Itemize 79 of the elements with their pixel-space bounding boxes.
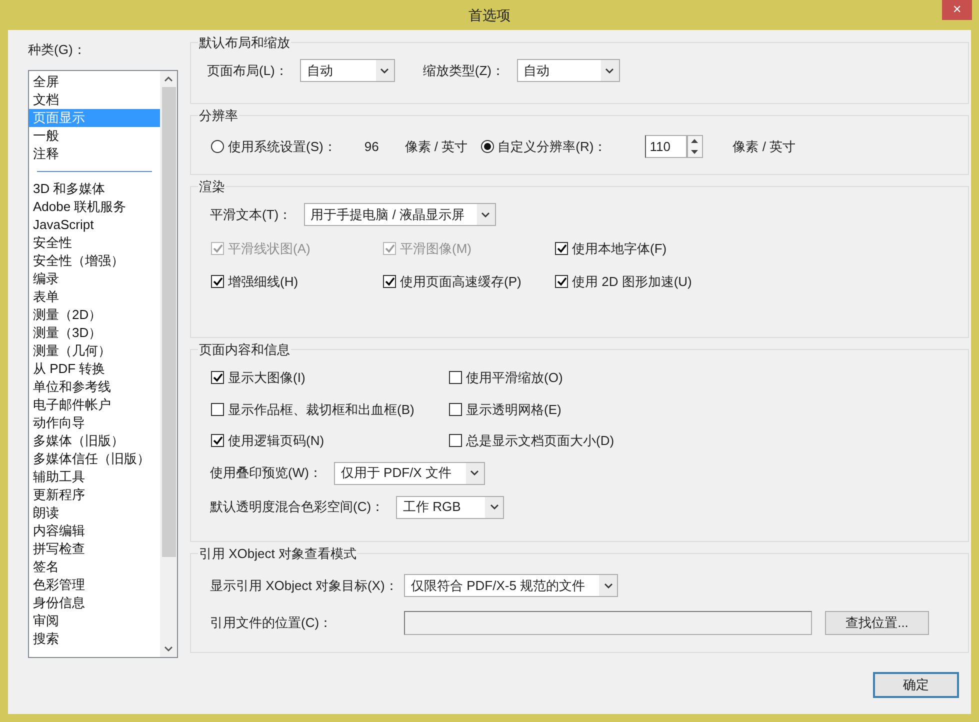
dropdown[interactable]: 自动	[516, 59, 620, 82]
category-item[interactable]: 测量（2D）	[29, 306, 160, 324]
checkmark-icon	[384, 276, 394, 286]
spinner-buttons[interactable]	[686, 135, 703, 158]
category-item[interactable]: 朗读	[29, 504, 160, 522]
window-title: 首选项	[468, 6, 510, 24]
category-item[interactable]: 内容编辑	[29, 522, 160, 540]
close-button[interactable]: ✕	[942, 0, 972, 20]
resolution-input[interactable]: 110	[644, 135, 687, 158]
checkbox[interactable]: 使用页面高速缓存(P)	[383, 272, 555, 291]
checkbox[interactable]: 增强细线(H)	[211, 272, 383, 291]
category-item[interactable]: 表单	[29, 288, 160, 306]
checkmark-icon	[212, 436, 222, 446]
category-item[interactable]: 搜索	[29, 630, 160, 648]
checkbox[interactable]: 使用逻辑页码(N)	[211, 431, 449, 450]
radio-button[interactable]: 自定义分辨率(R)：	[480, 136, 607, 156]
category-item[interactable]: 辅助工具	[29, 468, 160, 486]
checkmark-icon	[556, 244, 566, 254]
category-item[interactable]: 3D 和多媒体	[29, 180, 160, 198]
dropdown[interactable]: 用于手提电脑 / 液晶显示屏	[304, 203, 496, 226]
find-location-button[interactable]: 查找位置...	[825, 611, 929, 635]
group-title: 引用 XObject 对象查看模式	[198, 544, 358, 564]
category-item[interactable]: 注释	[29, 145, 160, 163]
checkbox[interactable]: 使用平滑缩放(O)	[449, 368, 968, 388]
resolution-value: 96	[364, 138, 379, 156]
category-item[interactable]: 身份信息	[29, 594, 160, 612]
checkmark-icon	[212, 373, 222, 382]
field-label: 使用叠印预览(W)：	[210, 464, 322, 482]
checkmark-icon	[384, 244, 394, 254]
dialog-button[interactable]: 确定	[873, 672, 959, 698]
unit-label: 像素 / 英寸	[732, 138, 796, 156]
field-label: 引用文件的位置(C)：	[210, 614, 334, 632]
dropdown[interactable]: 工作 RGB	[396, 496, 504, 518]
category-item[interactable]: JavaScript	[29, 216, 160, 234]
category-item[interactable]: 从 PDF 转换	[29, 360, 160, 378]
location-field[interactable]	[404, 611, 812, 635]
category-item[interactable]: 多媒体（旧版）	[29, 432, 160, 450]
field-label: 显示引用 XObject 对象目标(X)：	[210, 576, 399, 595]
category-item[interactable]: 单位和参考线	[29, 378, 160, 396]
category-item[interactable]: 更新程序	[29, 486, 160, 504]
category-item[interactable]: 测量（几何）	[29, 342, 160, 360]
category-label: 种类(G)：	[28, 41, 87, 59]
checkbox[interactable]: 使用 2D 图形加速(U)	[555, 272, 968, 291]
category-item[interactable]: 电子邮件帐户	[29, 396, 160, 414]
dropdown[interactable]: 自动	[300, 59, 395, 82]
radio-button[interactable]: 使用系统设置(S)：	[211, 136, 336, 156]
category-item[interactable]: 安全性（增强）	[29, 252, 160, 270]
checkbox[interactable]: 显示大图像(I)	[211, 368, 449, 388]
category-item[interactable]: 拼写检查	[29, 540, 160, 558]
category-item[interactable]: 全屏	[29, 73, 160, 91]
category-item[interactable]: 审阅	[29, 612, 160, 630]
category-item[interactable]: 色彩管理	[29, 576, 160, 594]
checkbox[interactable]: 使用本地字体(F)	[555, 239, 968, 258]
category-item[interactable]: 签名	[29, 558, 160, 576]
checkmark-icon	[212, 276, 222, 286]
checkmark-icon	[212, 244, 222, 254]
category-item[interactable]: Adobe 联机服务	[29, 198, 160, 216]
field-label: 平滑文本(T)：	[210, 206, 292, 224]
checkmark-icon	[556, 276, 566, 286]
scroll-thumb[interactable]	[162, 87, 176, 557]
category-item[interactable]: 动作向导	[29, 414, 160, 432]
checkbox[interactable]: 总是显示文档页面大小(D)	[449, 431, 968, 450]
category-item[interactable]: 文档	[29, 91, 160, 109]
scroll-up-icon[interactable]	[164, 76, 173, 82]
dropdown[interactable]: 仅限符合 PDF/X-5 规范的文件	[404, 574, 618, 597]
category-item[interactable]: 一般	[29, 127, 160, 145]
scrollbar[interactable]	[160, 71, 177, 657]
category-item[interactable]: 多媒体信任（旧版）	[29, 450, 160, 468]
dropdown[interactable]: 仅用于 PDF/X 文件	[334, 462, 485, 484]
checkbox[interactable]: 显示透明网格(E)	[449, 400, 968, 419]
checkbox[interactable]: 显示作品框、裁切框和出血框(B)	[211, 400, 449, 419]
field-label: 默认透明度混合色彩空间(C)：	[210, 498, 384, 516]
category-item[interactable]: 安全性	[29, 234, 160, 252]
category-item[interactable]: 测量（3D）	[29, 324, 160, 342]
category-item[interactable]: 编录	[29, 270, 160, 288]
scroll-down-icon[interactable]	[164, 646, 173, 652]
unit-label: 像素 / 英寸	[404, 138, 468, 156]
field-label: 页面布局(L)：	[207, 62, 288, 80]
field-label: 缩放类型(Z)：	[422, 62, 504, 80]
